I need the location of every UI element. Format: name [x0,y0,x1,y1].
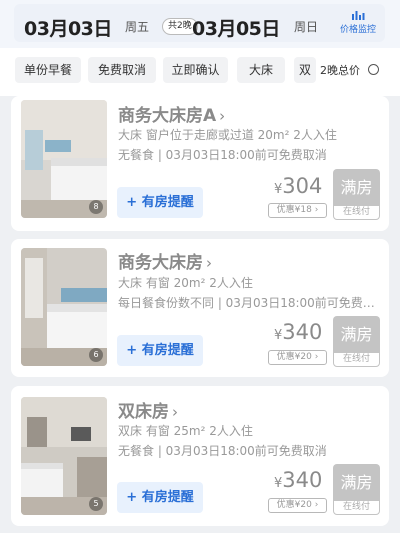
room-name[interactable]: 双床房 › [118,397,178,422]
room-name[interactable]: 商务大床房A › [118,101,225,126]
filter-chip-instant-confirm[interactable]: 立即确认 [163,57,228,83]
room-price: ¥304 [274,174,323,198]
filter-chip-breakfast[interactable]: 单份早餐 [15,57,81,83]
filter-chip-big-bed[interactable]: 大床 [237,57,285,83]
room-price: ¥340 [274,468,323,492]
date-selector[interactable]: 03月03日 周五 共2晚 03月05日 周日 [14,4,385,42]
total-price-label: 2晚总价 [320,64,360,77]
room-policy: 每日餐食份数不同 | 03月03日18:00前可免费取消 [118,296,380,310]
checkin-date[interactable]: 03月03日 [24,14,112,41]
discount-badge[interactable]: 优惠¥20 › [268,350,327,365]
room-photo[interactable]: 8 [21,100,107,218]
checkout-date[interactable]: 03月05日 [192,14,280,41]
filter-chip-free-cancel[interactable]: 免费取消 [88,57,156,83]
price-monitor-button[interactable]: 价格监控 [338,10,378,35]
photo-count-badge: 6 [89,348,103,362]
checkin-weekday: 周五 [125,20,150,34]
bar-chart-icon [352,11,365,20]
full-booked-button[interactable]: 满房 [333,464,380,501]
photo-count-badge: 8 [89,200,103,214]
room-card[interactable]: 5 双床房 › 双床 有窗 25m² 2人入住 无餐食 | 03月03日18:00… [11,386,389,526]
room-spec: 双床 有窗 25m² 2人入住 [118,424,253,438]
room-alert-button[interactable]: + 有房提醒 [117,187,203,218]
room-spec: 大床 窗户位于走廊或过道 20m² 2人入住 [118,128,337,142]
full-booked-button[interactable]: 满房 [333,316,380,353]
room-alert-button[interactable]: + 有房提醒 [117,482,203,513]
discount-badge[interactable]: 优惠¥20 › [268,498,327,513]
room-photo[interactable]: 5 [21,397,107,515]
room-card[interactable]: 6 商务大床房 › 大床 有窗 20m² 2人入住 每日餐食份数不同 | 03月0… [11,239,389,377]
online-pay-label: 在线付 [333,352,380,367]
full-booked-button[interactable]: 满房 [333,169,380,206]
room-policy: 无餐食 | 03月03日18:00前可免费取消 [118,444,327,458]
price-monitor-label: 价格监控 [339,25,376,35]
room-policy: 无餐食 | 03月03日18:00前可免费取消 [118,148,327,162]
chevron-right-icon: › [219,107,226,125]
total-price-toggle[interactable] [368,64,379,75]
chevron-right-icon: › [206,254,212,272]
photo-count-badge: 5 [89,497,103,511]
chevron-right-icon: › [172,403,178,421]
room-alert-button[interactable]: + 有房提醒 [117,335,203,366]
checkout-weekday: 周日 [294,20,319,34]
filter-chip-twin-bed[interactable]: 双 [294,57,316,83]
filter-bar: 单份早餐 免费取消 立即确认 大床 双 2晚总价 [0,48,400,96]
online-pay-label: 在线付 [333,205,380,220]
room-spec: 大床 有窗 20m² 2人入住 [118,276,253,290]
date-bar: 03月03日 周五 共2晚 03月05日 周日 价格监控 [0,0,400,48]
room-card[interactable]: 8 商务大床房A › 大床 窗户位于走廊或过道 20m² 2人入住 无餐食 | 0… [11,96,389,231]
room-name[interactable]: 商务大床房 › [118,248,212,273]
room-price: ¥340 [274,320,323,344]
discount-badge[interactable]: 优惠¥18 › [268,203,327,218]
room-photo[interactable]: 6 [21,248,107,366]
online-pay-label: 在线付 [333,500,380,515]
